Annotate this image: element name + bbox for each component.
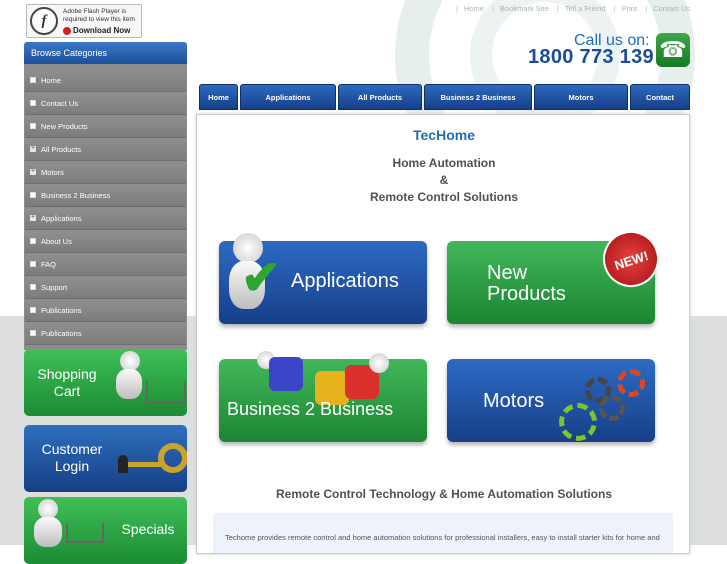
- top-link-print[interactable]: Print: [622, 4, 637, 13]
- top-link-bookmark[interactable]: Bookmark Site: [500, 4, 549, 13]
- shopping-cart-button[interactable]: Shopping Cart: [24, 349, 187, 416]
- expand-plus-icon[interactable]: +: [30, 168, 36, 175]
- sidebar-item-label: New Products: [41, 122, 88, 131]
- sidebar-title: Browse Categories: [24, 42, 187, 64]
- motors-tile[interactable]: Motors: [447, 359, 655, 442]
- flash-download-label: Download Now: [73, 26, 131, 35]
- nav-tab-business-2-business[interactable]: Business 2 Business: [424, 84, 532, 110]
- subtitle-home-automation: Home Automation: [392, 156, 496, 170]
- bullet-icon: [30, 284, 36, 290]
- key-icon: [128, 462, 162, 467]
- top-link-tell-friend[interactable]: Tell a Friend: [565, 4, 606, 13]
- sidebar-item-contact-us[interactable]: Contact Us: [25, 93, 186, 115]
- top-links: | Home | Bookmark Site | Tell a Friend | Pri…: [456, 4, 691, 13]
- sidebar-item-applications[interactable]: + Applications: [25, 208, 186, 230]
- gear-gray-icon: [599, 395, 625, 421]
- bullet-icon: [30, 330, 36, 336]
- flash-download-badge[interactable]: f Adobe Flash Player is required to view…: [26, 4, 142, 38]
- nav-tab-contact[interactable]: Contact: [630, 84, 690, 110]
- checkmark-icon: ✔: [241, 252, 282, 305]
- specials-label: Specials: [121, 521, 175, 537]
- sidebar-item-label: About Us: [41, 237, 72, 246]
- sidebar-item-label: FAQ: [41, 260, 57, 269]
- new-products-label-line2: Products: [487, 283, 566, 305]
- bullet-icon: [30, 307, 36, 313]
- sidebar-item-label: Support: [41, 283, 68, 292]
- specials-button[interactable]: Specials: [24, 497, 187, 564]
- new-products-label-line1: New: [487, 262, 528, 284]
- new-badge: NEW!: [595, 223, 667, 295]
- bullet-icon: [30, 192, 36, 198]
- sidebar-item-about-us[interactable]: About Us: [25, 231, 186, 253]
- download-arrow-icon: [63, 27, 71, 35]
- sidebar-item-home[interactable]: Home: [25, 70, 186, 92]
- bullet-icon: [30, 238, 36, 244]
- sidebar-item-label: Contact Us: [41, 99, 79, 108]
- sidebar-item-business-2-business[interactable]: Business 2 Business: [25, 185, 186, 207]
- page-title: TecHome: [413, 127, 475, 143]
- flash-logo-icon: f: [30, 7, 58, 35]
- gear-green-icon: [559, 403, 597, 441]
- figure-head-icon: [369, 353, 389, 373]
- gear-orange-icon: [617, 369, 645, 397]
- figure-body-icon: [34, 517, 62, 547]
- applications-tile[interactable]: ✔ Applications: [219, 233, 427, 324]
- key-ring-icon: [158, 443, 187, 473]
- sidebar-item-label: Home: [41, 76, 62, 85]
- section-heading: Remote Control Technology & Home Automat…: [276, 487, 612, 501]
- phone-number: 1800 773 139: [528, 46, 654, 68]
- category-sidebar: Browse Categories Home Contact Us New Pr…: [24, 42, 187, 350]
- new-products-tile[interactable]: New Products NEW!: [447, 223, 667, 324]
- nav-tab-home[interactable]: Home: [199, 84, 238, 110]
- sidebar-item-label: All Products: [41, 145, 82, 154]
- keyhole-icon: [118, 455, 128, 473]
- top-link-contact[interactable]: Contact Us: [653, 4, 690, 13]
- main-content: TecHome Home Automation & Remote Control…: [196, 114, 690, 554]
- nav-tab-applications[interactable]: Applications: [240, 84, 336, 110]
- sidebar-item-publications-2[interactable]: Publications: [25, 323, 186, 345]
- bullet-icon: [30, 100, 36, 106]
- cart-icon: [146, 381, 186, 403]
- customer-login-button[interactable]: Customer Login: [24, 425, 187, 492]
- description-box: Techome provides remote control and home…: [213, 513, 673, 553]
- sidebar-item-new-products[interactable]: New Products: [25, 116, 186, 138]
- category-list: Home Contact Us New Products + All Produc…: [24, 64, 187, 350]
- bullet-icon: [30, 77, 36, 83]
- business-2-business-label: Business 2 Business: [227, 399, 394, 419]
- customer-login-label: Customer Login: [41, 441, 103, 474]
- business-2-business-tile[interactable]: Business 2 Business: [219, 351, 427, 442]
- nav-tab-motors[interactable]: Motors: [534, 84, 628, 110]
- applications-tile-label: Applications: [291, 270, 399, 292]
- top-link-home[interactable]: Home: [464, 4, 484, 13]
- expand-plus-icon[interactable]: +: [30, 145, 36, 152]
- sidebar-item-label: Applications: [41, 214, 82, 223]
- description-text: Techome provides remote control and home…: [225, 533, 660, 542]
- sidebar-item-publications[interactable]: Publications: [25, 300, 186, 322]
- bullet-icon: [30, 261, 36, 267]
- flash-required-text: Adobe Flash Player is required to view t…: [63, 8, 135, 23]
- puzzle-piece-blue-icon: [269, 357, 303, 391]
- sidebar-item-all-products[interactable]: + All Products: [25, 139, 186, 161]
- sidebar-item-support[interactable]: Support: [25, 277, 186, 299]
- sidebar-item-motors[interactable]: + Motors: [25, 162, 186, 184]
- motors-tile-label: Motors: [483, 390, 545, 412]
- nav-tab-all-products[interactable]: All Products: [338, 84, 422, 110]
- phone-icon: ☎: [656, 33, 690, 67]
- expand-plus-icon[interactable]: +: [30, 214, 36, 221]
- sidebar-item-label: Business 2 Business: [41, 191, 111, 200]
- sidebar-item-faq[interactable]: FAQ: [25, 254, 186, 276]
- figure-body-icon: [116, 369, 142, 399]
- figure-head-icon: [120, 351, 140, 371]
- sidebar-item-label: Motors: [41, 168, 64, 177]
- subtitle-remote-control: Remote Control Solutions: [370, 190, 518, 204]
- sidebar-item-label: Publications: [41, 306, 82, 315]
- shopping-cart-label: Shopping Cart: [37, 366, 97, 399]
- figure-head-icon: [38, 499, 58, 519]
- subtitle-ampersand: &: [439, 173, 449, 187]
- cart-icon: [66, 523, 104, 543]
- sidebar-item-label: Publications: [41, 329, 82, 338]
- bullet-icon: [30, 123, 36, 129]
